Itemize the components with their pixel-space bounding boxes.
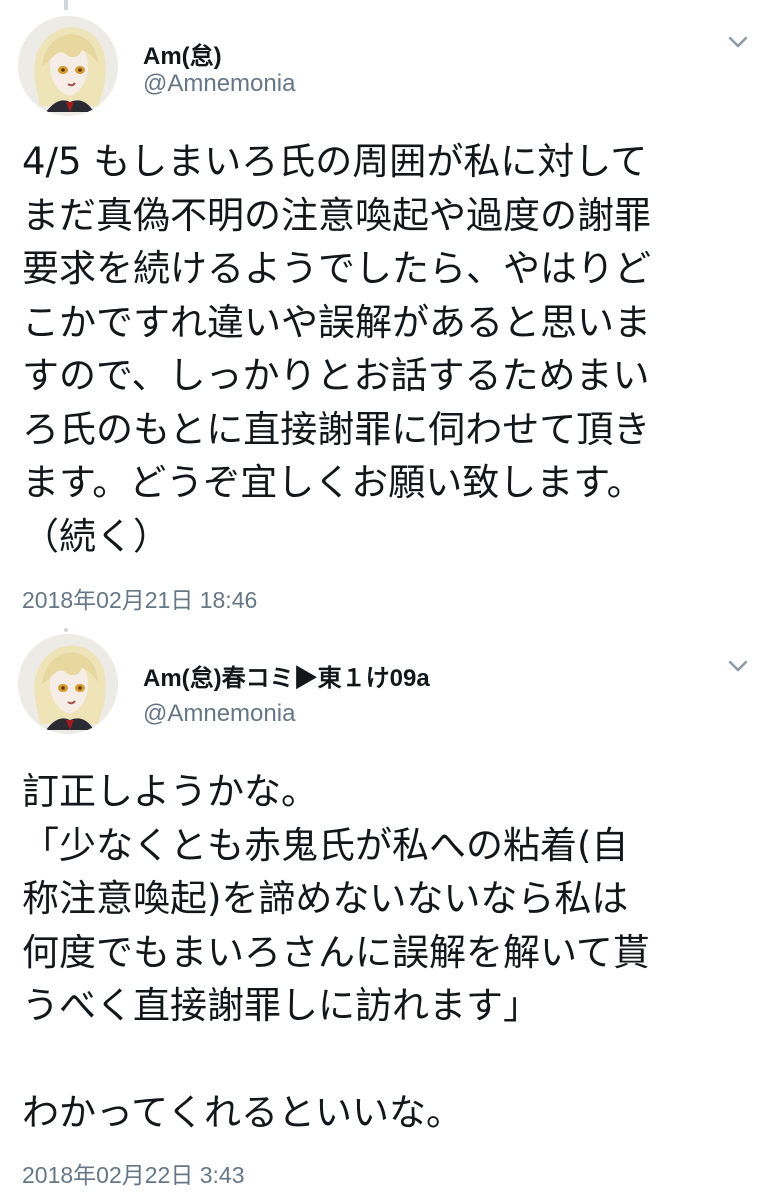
tweet-1: Am(怠) @Amnemonia 4/5 もしまいろ氏の周囲が私に対して まだ真… (0, 0, 774, 613)
tweet-text: 4/5 もしまいろ氏の周囲が私に対して まだ真偽不明の注意喚起や過度の謝罪 要求… (22, 140, 651, 558)
chevron-down-icon (728, 36, 748, 48)
user-handle[interactable]: @Amnemonia (143, 70, 295, 98)
user-handle[interactable]: @Amnemonia (143, 700, 295, 728)
tweet-text: 訂正しようかな。 「少なくとも赤鬼氏が私への粘着(自 称注意喚起)を諦めないない… (22, 770, 650, 1134)
avatar[interactable] (18, 16, 118, 116)
avatar-icon (18, 16, 118, 116)
tweet-timestamp[interactable]: 2018年02月22日 3:43 (22, 1156, 245, 1190)
tweet-menu-button[interactable] (724, 654, 752, 678)
tweet-menu-button[interactable] (724, 30, 752, 54)
avatar[interactable] (18, 634, 118, 734)
thread-connector (64, 0, 68, 10)
chevron-down-icon (728, 660, 748, 672)
tweet-2: Am(怠)春コミ▶東１け09a @Amnemonia 訂正しようかな。 「少なく… (0, 610, 774, 1200)
avatar-icon (18, 634, 118, 734)
thread-connector (64, 628, 68, 632)
display-name[interactable]: Am(怠) (143, 36, 222, 71)
display-name[interactable]: Am(怠)春コミ▶東１け09a (143, 658, 430, 693)
